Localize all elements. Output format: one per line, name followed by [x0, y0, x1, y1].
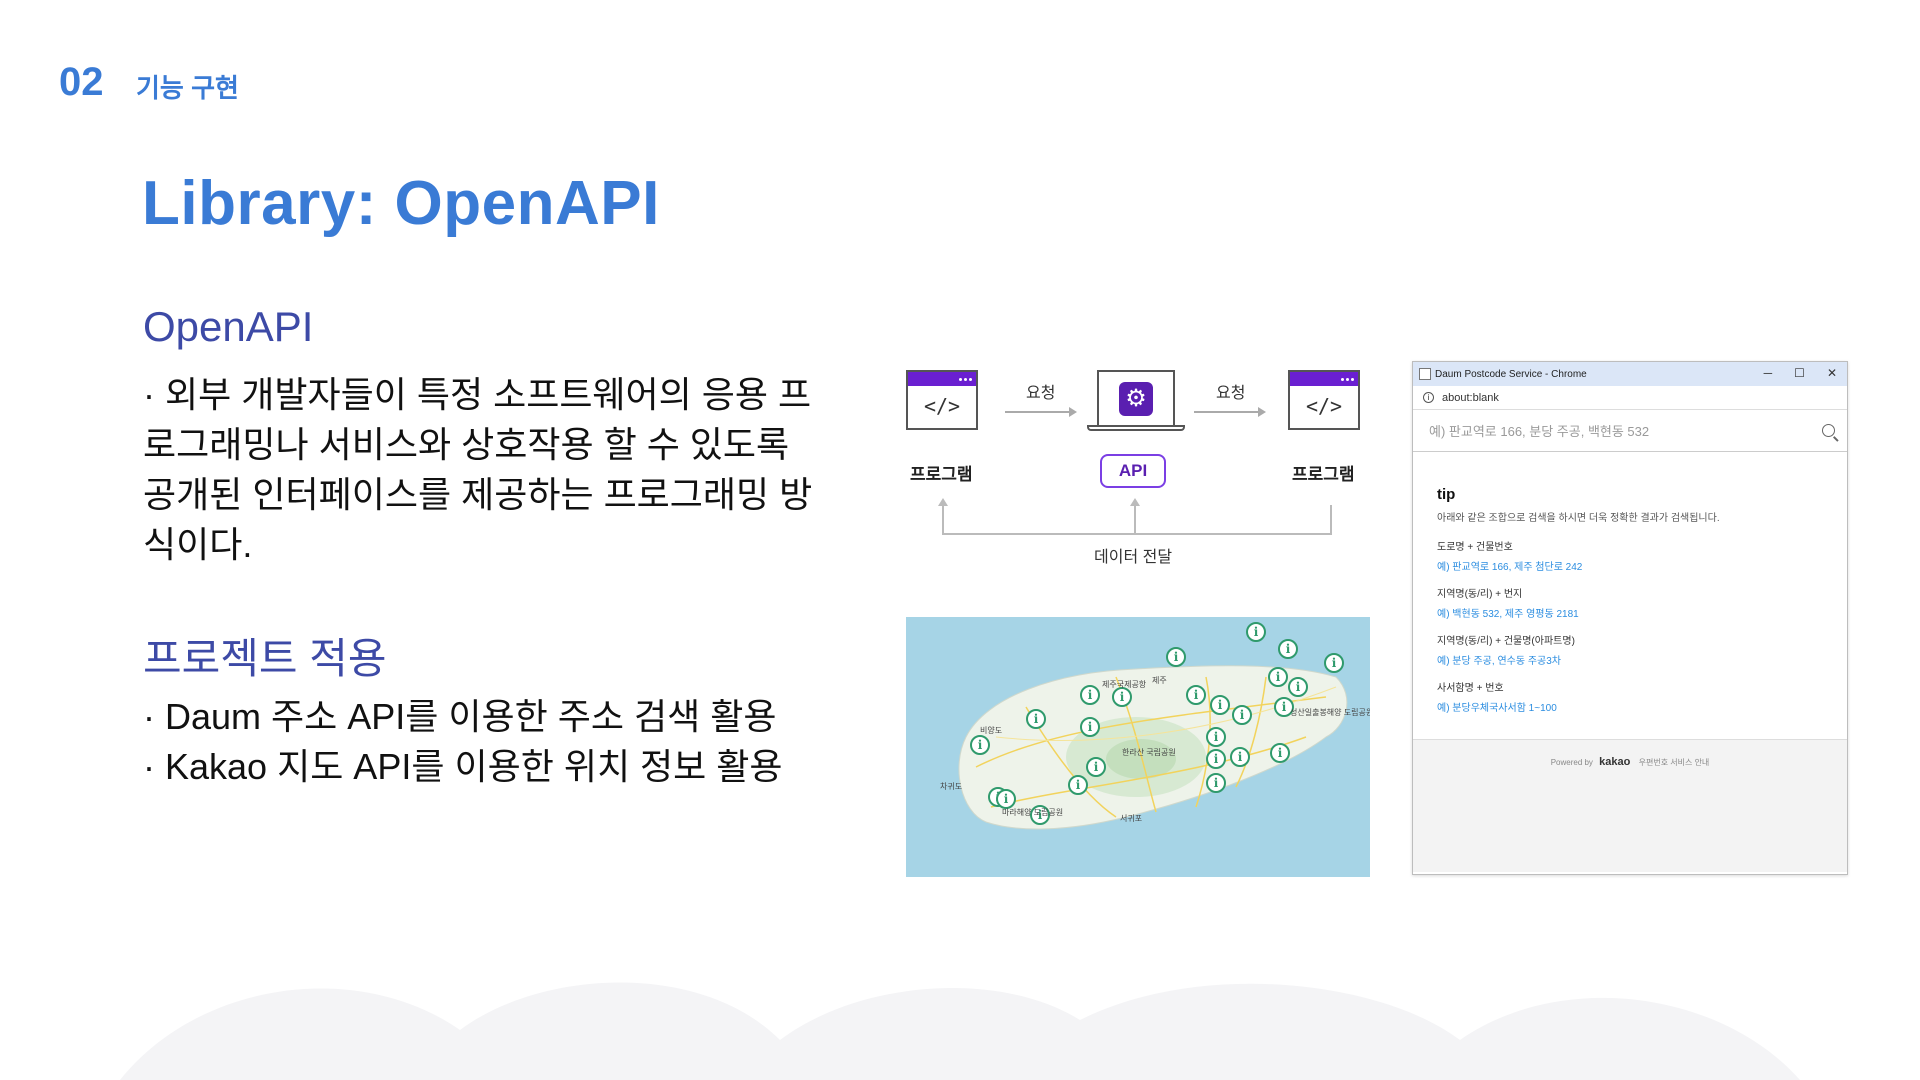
map-label: 제주국제공항 — [1102, 680, 1147, 689]
info-pin-icon[interactable]: i — [1268, 667, 1288, 687]
arrow-right-icon — [1005, 407, 1077, 417]
request-label-left: 요청 — [1026, 385, 1056, 402]
info-pin-icon[interactable]: i — [1278, 639, 1298, 659]
tip-item-example: 예) 분당 주공, 연수동 주공3차 — [1437, 656, 1561, 667]
page-icon — [1419, 368, 1431, 380]
map-label: 서귀포 — [1120, 814, 1143, 823]
openapi-heading: OpenAPI — [143, 303, 314, 350]
info-pin-icon[interactable]: i — [1288, 677, 1308, 697]
feedback-line — [942, 505, 1332, 535]
info-pin-icon[interactable]: i — [1080, 717, 1100, 737]
tip-item-title: 도로명 + 건물번호 — [1437, 542, 1513, 553]
search-icon[interactable] — [1822, 424, 1835, 437]
api-diagram: </> 요청 ⚙ 요청 </> 프로그램 API 프로그램 데이터 전달 — [900, 355, 1380, 575]
jeju-map[interactable]: i i i i i i i i i i i i i i i i i i i i … — [906, 617, 1370, 877]
tip-item-title: 사서함명 + 번호 — [1437, 683, 1504, 694]
openapi-line: 공개된 인터페이스를 제공하는 프로그래밍 방 — [143, 474, 813, 515]
slide-title: Library: OpenAPI — [142, 169, 660, 238]
postcode-search-row[interactable]: 예) 판교역로 166, 분당 주공, 백현동 532 — [1413, 410, 1847, 452]
service-info-link[interactable]: 우편번호 서비스 안내 — [1639, 758, 1710, 767]
maximize-icon[interactable]: ☐ — [1794, 366, 1805, 380]
code-glyph: </> — [1305, 394, 1343, 418]
project-item: · Daum 주소 API를 이용한 주소 검색 활용 — [143, 696, 777, 737]
window-title: Daum Postcode Service - Chrome — [1435, 368, 1587, 380]
decorative-wave — [120, 982, 1800, 1080]
map-label: 비양도 — [980, 726, 1003, 735]
tip-item-example: 예) 판교역로 166, 제주 첨단로 242 — [1437, 562, 1583, 573]
arrow-right-icon — [1194, 407, 1266, 417]
laptop-icon: ⚙ — [1097, 370, 1175, 425]
search-tips: tip 아래와 같은 조합으로 검색을 하시면 더욱 정확한 결과가 검색됩니다… — [1413, 452, 1847, 739]
arrow-up-icon — [1130, 498, 1140, 506]
tip-item: 지역명(동/리) + 번지 예) 백현동 532, 제주 영평동 2181 — [1437, 585, 1847, 620]
info-pin-icon[interactable]: i — [1246, 622, 1266, 642]
info-pin-icon[interactable]: i — [1068, 775, 1088, 795]
section-name: 기능 구현 — [136, 73, 239, 103]
map-label: 마라해양 도립공원 — [1002, 808, 1064, 817]
map-label: 차귀도 — [940, 782, 963, 791]
project-item: · Kakao 지도 API를 이용한 위치 정보 활용 — [143, 746, 783, 787]
request-label-right: 요청 — [1216, 385, 1246, 402]
project-heading: 프로젝트 적용 — [143, 635, 387, 682]
info-pin-icon[interactable]: i — [996, 789, 1016, 809]
close-icon[interactable]: ✕ — [1827, 366, 1837, 380]
map-label: 성산일출봉해양 도립공원 — [1290, 708, 1370, 717]
tip-description: 아래와 같은 조합으로 검색을 하시면 더욱 정확한 결과가 검색됩니다. — [1437, 513, 1720, 524]
popup-footer: Powered by kakao 우편번호 서비스 안내 — [1413, 739, 1847, 872]
tip-item: 지역명(동/리) + 건물명(아파트명) 예) 분당 주공, 연수동 주공3차 — [1437, 632, 1847, 667]
postcode-search-input[interactable]: 예) 판교역로 166, 분당 주공, 백현동 532 — [1429, 421, 1649, 440]
tip-item-title: 지역명(동/리) + 건물명(아파트명) — [1437, 636, 1575, 647]
info-pin-icon[interactable]: i — [1232, 705, 1252, 725]
info-pin-icon[interactable]: i — [1080, 685, 1100, 705]
program-label-right: 프로그램 — [1292, 465, 1355, 484]
api-badge: API — [1100, 454, 1166, 488]
info-pin-icon[interactable]: i — [1166, 647, 1186, 667]
address-text: about:blank — [1442, 391, 1499, 404]
info-pin-icon[interactable]: i — [1026, 709, 1046, 729]
map-label: 한라산 국립공원 — [1122, 748, 1176, 757]
openapi-line: 로그래밍나 서비스와 상호작용 할 수 있도록 — [143, 424, 790, 465]
tip-item-example: 예) 백현동 532, 제주 영평동 2181 — [1437, 609, 1579, 620]
address-bar[interactable]: i about:blank — [1413, 386, 1847, 410]
info-pin-icon[interactable]: i — [1206, 749, 1226, 769]
powered-by-text: Powered by — [1550, 758, 1593, 767]
openapi-description: · 외부 개발자들이 특정 소프트웨어의 응용 프 로그래밍나 서비스와 상호작… — [143, 370, 813, 570]
info-pin-icon[interactable]: i — [1086, 757, 1106, 777]
tip-item: 사서함명 + 번호 예) 분당우체국사서함 1~100 — [1437, 679, 1847, 714]
project-list: · Daum 주소 API를 이용한 주소 검색 활용 · Kakao 지도 A… — [143, 692, 813, 792]
info-pin-icon[interactable]: i — [1206, 727, 1226, 747]
tip-item: 도로명 + 건물번호 예) 판교역로 166, 제주 첨단로 242 — [1437, 538, 1847, 573]
openapi-line: · 외부 개발자들이 특정 소프트웨어의 응용 프 — [143, 374, 812, 415]
minimize-icon[interactable]: ─ — [1764, 366, 1773, 380]
tip-title: tip — [1437, 486, 1456, 503]
info-pin-icon[interactable]: i — [1270, 743, 1290, 763]
info-pin-icon[interactable]: i — [1206, 773, 1226, 793]
gear-icon: ⚙ — [1119, 381, 1153, 416]
code-window-icon: </> — [906, 370, 978, 430]
info-icon[interactable]: i — [1423, 392, 1434, 403]
tip-item-title: 지역명(동/리) + 번지 — [1437, 589, 1523, 600]
info-pin-icon[interactable]: i — [1210, 695, 1230, 715]
laptop-base — [1087, 425, 1185, 431]
postcode-popup-window: Daum Postcode Service - Chrome ─ ☐ ✕ i a… — [1412, 361, 1848, 875]
info-pin-icon[interactable]: i — [1324, 653, 1344, 673]
data-transfer-label: 데이터 전달 — [1094, 549, 1173, 566]
map-label: 제주 — [1152, 676, 1167, 685]
section-number: 02 — [59, 60, 104, 104]
tip-item-example: 예) 분당우체국사서함 1~100 — [1437, 703, 1557, 714]
info-pin-icon[interactable]: i — [1230, 747, 1250, 767]
window-titlebar[interactable]: Daum Postcode Service - Chrome ─ ☐ ✕ — [1413, 362, 1847, 386]
code-window-icon: </> — [1288, 370, 1360, 430]
info-pin-icon[interactable]: i — [970, 735, 990, 755]
info-pin-icon[interactable]: i — [1186, 685, 1206, 705]
arrow-up-icon — [938, 498, 948, 506]
feedback-line — [1134, 505, 1136, 535]
info-pin-icon[interactable]: i — [1112, 687, 1132, 707]
kakao-logo: kakao — [1599, 756, 1631, 768]
code-glyph: </> — [923, 394, 961, 418]
program-label-left: 프로그램 — [910, 465, 973, 484]
openapi-line: 식이다. — [143, 524, 253, 565]
